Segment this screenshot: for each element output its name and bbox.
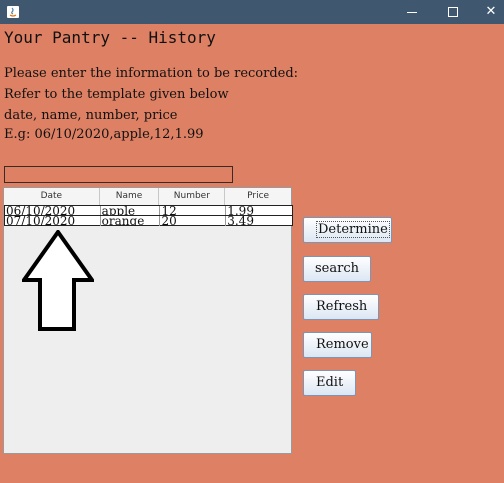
instruction-line-2: Refer to the template given below [4,87,229,102]
instruction-line-1: Please enter the information to be recor… [4,66,299,81]
page-title: Your Pantry -- History [4,28,216,47]
determine-button[interactable]: Determine [303,217,392,243]
column-header-name[interactable]: Name [100,188,160,205]
table-row[interactable]: 07/10/2020 orange 20 3.49 [4,215,293,226]
table-header: Date Name Number Price [4,188,291,206]
table-body: 06/10/2020 apple 12 1.99 07/10/2020 oran… [4,205,293,226]
column-header-number[interactable]: Number [159,188,226,205]
column-header-date[interactable]: Date [4,188,100,205]
cell-price: 3.49 [227,216,254,226]
java-app-icon [7,6,19,18]
minimize-button[interactable] [393,0,431,24]
remove-button[interactable]: Remove [303,332,372,358]
record-input[interactable] [4,166,233,183]
window-titlebar[interactable]: ✕ [0,0,504,24]
close-button[interactable]: ✕ [472,0,504,24]
edit-button[interactable]: Edit [303,370,356,396]
cell-name: orange [101,216,161,226]
refresh-button[interactable]: Refresh [303,294,379,320]
instruction-line-4: E.g: 06/10/2020,apple,12,1.99 [4,127,204,142]
close-icon: ✕ [485,4,497,19]
column-header-price[interactable]: Price [225,188,291,205]
instruction-line-3: date, name, number, price [4,108,178,123]
up-arrow-icon [22,230,94,331]
maximize-button[interactable] [434,0,472,24]
determine-button-label: Determine [316,221,390,238]
cell-number: 20 [160,216,227,226]
cell-date: 07/10/2020 [5,216,101,226]
maximize-icon [448,7,458,17]
minimize-icon [407,12,417,13]
search-button[interactable]: search [303,256,371,282]
